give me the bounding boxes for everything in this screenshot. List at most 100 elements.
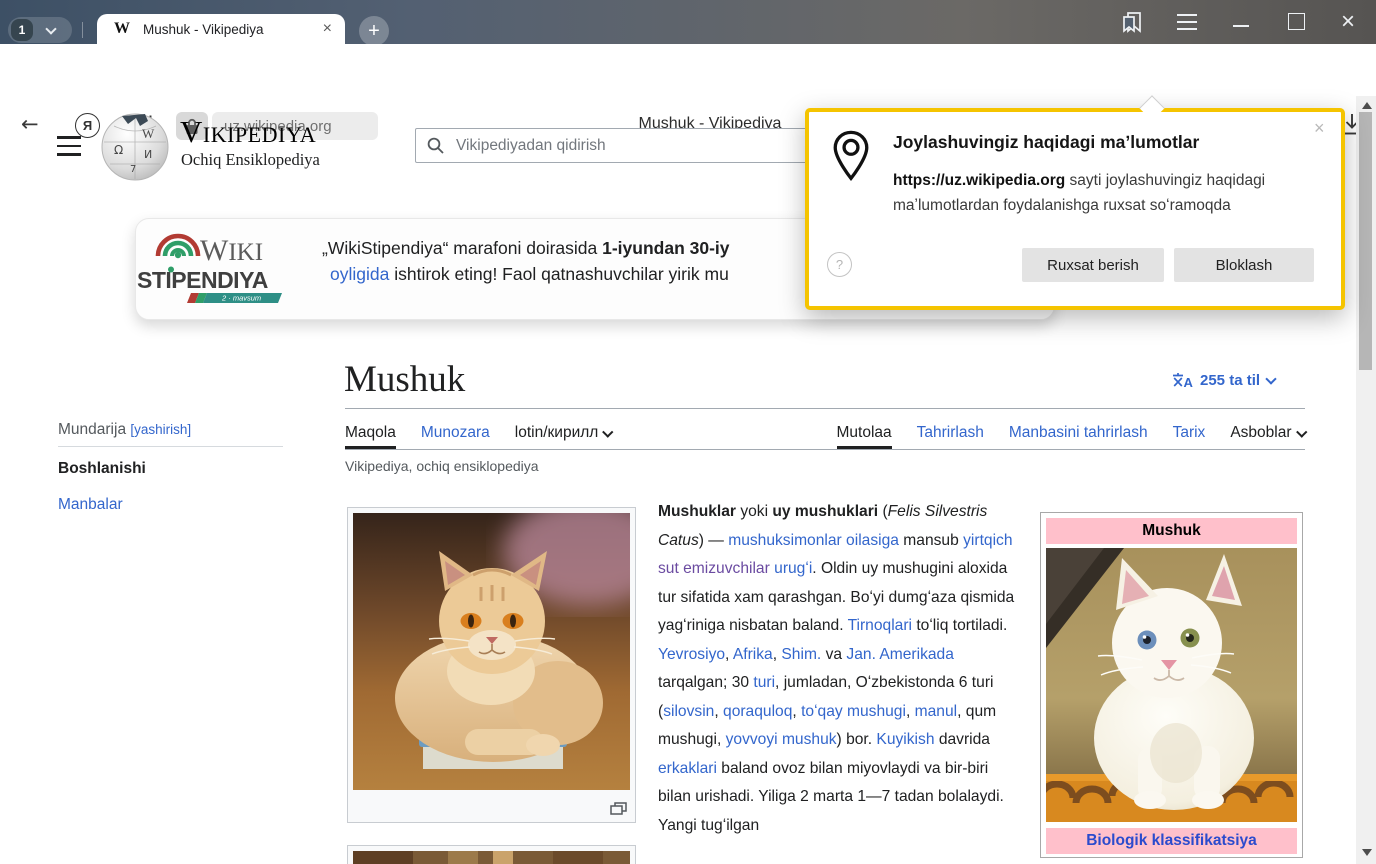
banner-line1: „WikiStipendiya“ marafoni doirasida 1-iy… — [322, 238, 730, 259]
toc-item-boshlanishi[interactable]: Boshlanishi — [58, 460, 146, 478]
article-paragraph: Mushuklar yoki uy mushuklari (Felis Silv… — [658, 498, 1025, 840]
toc-hide-link[interactable]: [yashirish] — [130, 422, 191, 437]
wiki-link[interactable]: Yevrosiyo — [658, 646, 725, 663]
tab-list-chevron-icon[interactable] — [45, 23, 56, 34]
scrollbar-thumb[interactable] — [1359, 112, 1372, 370]
wiki-menu-icon[interactable] — [57, 136, 81, 156]
wiki-link[interactable]: Afrika — [733, 646, 773, 663]
language-selector[interactable]: A 255 ta til — [1172, 372, 1275, 389]
chevron-down-icon — [1296, 426, 1307, 437]
tab-label: Mutolaa — [837, 424, 892, 441]
tabs-divider — [345, 449, 1305, 450]
wiki-link[interactable]: sut emizuvchilar — [658, 560, 770, 577]
tab-close-icon[interactable]: × — [323, 21, 332, 37]
titlebar-separator — [82, 22, 83, 38]
svg-text:2 · mavsum: 2 · mavsum — [221, 294, 261, 303]
figure-partial[interactable] — [347, 845, 636, 864]
figure-cat-on-book[interactable] — [347, 507, 636, 823]
window-minimize-button[interactable] — [1233, 25, 1249, 27]
thumbnail-expand-icon[interactable] — [610, 802, 627, 815]
wiki-link[interactable]: toʻqay mushugi — [801, 703, 906, 720]
browser-menu-icon[interactable] — [1177, 14, 1197, 30]
tab-label: Manbasini tahrirlash — [1009, 424, 1148, 441]
text-segment: , — [714, 703, 723, 720]
text-segment: yoki — [736, 503, 772, 520]
wiki-link[interactable]: urugʻi — [774, 560, 812, 577]
wiki-link[interactable]: manul — [915, 703, 957, 720]
toc-divider — [58, 446, 283, 447]
browser-tab[interactable]: W Mushuk - Vikipediya × — [97, 14, 345, 44]
text-segment: ( — [878, 503, 888, 520]
popup-site-url: https://uz.wikipedia.org — [893, 172, 1065, 189]
infobox-classification-link[interactable]: Biologik klassifikatsiya — [1046, 828, 1297, 854]
text-segment: , — [792, 703, 801, 720]
svg-text:WIKI: WIKI — [200, 234, 263, 267]
tab-label: Tarix — [1173, 424, 1206, 441]
tab-label: Asboblar — [1230, 424, 1291, 441]
wiki-link[interactable]: Jan. Amerikada — [846, 646, 953, 663]
article-tab-manbasini-tahrirlash[interactable]: Manbasini tahrirlash — [1009, 424, 1148, 449]
text-segment: ) bor. — [837, 731, 877, 748]
infobox-kitten-image[interactable] — [1046, 548, 1297, 822]
article-tab-mutolaa[interactable]: Mutolaa — [837, 424, 892, 449]
article-tab-munozara[interactable]: Munozara — [421, 424, 490, 449]
wiki-link[interactable]: qoraquloq — [723, 703, 792, 720]
wiki-link[interactable]: Tirnoqlari — [848, 617, 912, 634]
scrollbar-down-icon[interactable] — [1362, 849, 1372, 856]
tab-counter-widget[interactable]: 1 — [8, 17, 72, 43]
text-segment: Mushuklar — [658, 503, 736, 520]
article-tab-maqola[interactable]: Maqola — [345, 424, 396, 449]
tab-counter-badge[interactable]: 1 — [11, 19, 33, 41]
location-pin-icon — [832, 130, 870, 182]
text-segment: toʻliq tortiladi. — [912, 617, 1007, 634]
text-segment: „WikiStipendiya“ marafoni doirasida — [322, 238, 602, 258]
toc-item-manbalar[interactable]: Manbalar — [58, 496, 123, 514]
svg-text:STIPENDIYA: STIPENDIYA — [137, 267, 268, 293]
svg-text:A: A — [1184, 375, 1194, 389]
partial-image — [353, 851, 630, 864]
popup-body: https://uz.wikipedia.org sayti joylashuv… — [893, 168, 1299, 218]
window-titlebar: 1 W Mushuk - Vikipediya × + × — [0, 0, 1376, 44]
wiki-link[interactable]: Kuyikish — [876, 731, 934, 748]
infobox-title: Mushuk — [1046, 518, 1297, 544]
new-tab-button[interactable]: + — [359, 16, 389, 46]
wiki-wordmark[interactable]: Vikipediya — [180, 114, 316, 150]
article-title: Mushuk — [344, 358, 465, 401]
toc-heading-label: Mundarija — [58, 421, 126, 438]
article-tab-lotin-кирилл[interactable]: lotin/кирилл — [515, 424, 612, 449]
wiki-link[interactable]: oyligida — [330, 264, 389, 284]
language-chevron-icon — [1265, 373, 1276, 384]
wikipedia-globe-logo[interactable]: W Ω И 7 — [100, 112, 170, 182]
wikistipendiya-logo: WIKI STIPENDIYA 2 · mavsum — [137, 226, 285, 312]
wiki-link[interactable]: mushuksimonlar oilasiga — [728, 532, 899, 549]
yandex-logo-icon[interactable]: Я — [75, 113, 100, 138]
article-subtitle: Vikipediya, ochiq ensiklopediya — [345, 458, 539, 474]
block-button[interactable]: Bloklash — [1174, 248, 1314, 282]
wiki-link[interactable]: erkaklari — [658, 760, 717, 777]
wiki-link[interactable]: Shim. — [781, 646, 821, 663]
popup-close-icon[interactable]: × — [1314, 118, 1325, 139]
allow-button[interactable]: Ruxsat berish — [1022, 248, 1164, 282]
back-button[interactable]: ← — [21, 112, 39, 136]
popup-title: Joylashuvingiz haqidagi maʼlumotlar — [893, 132, 1199, 153]
wiki-link[interactable]: yirtqich — [963, 532, 1012, 549]
wiki-link[interactable]: yovvoyi mushuk — [726, 731, 837, 748]
window-maximize-button[interactable] — [1288, 13, 1305, 30]
help-icon[interactable]: ? — [827, 252, 852, 277]
window-close-button[interactable]: × — [1341, 8, 1355, 36]
text-segment: tarqalgan; 30 — [658, 674, 753, 691]
bookmarks-panel-icon[interactable] — [1119, 11, 1145, 34]
browser-toolbar: ← Я uz.wikipedia.org Mushuk - Vikipediya… — [0, 44, 1376, 96]
scrollbar-up-icon[interactable] — [1362, 102, 1372, 109]
wiki-link[interactable]: turi — [753, 674, 775, 691]
article-tab-tarix[interactable]: Tarix — [1173, 424, 1206, 449]
wikipedia-favicon: W — [114, 20, 130, 38]
wiki-link[interactable]: silovsin — [663, 703, 714, 720]
text-segment: ) — — [699, 532, 728, 549]
tab-label: Maqola — [345, 424, 396, 441]
language-icon: A — [1172, 372, 1194, 389]
article-tab-asboblar[interactable]: Asboblar — [1230, 424, 1305, 449]
article-tab-tahrirlash[interactable]: Tahrirlash — [917, 424, 984, 449]
svg-text:Ω: Ω — [114, 143, 123, 157]
text-segment: , — [906, 703, 915, 720]
